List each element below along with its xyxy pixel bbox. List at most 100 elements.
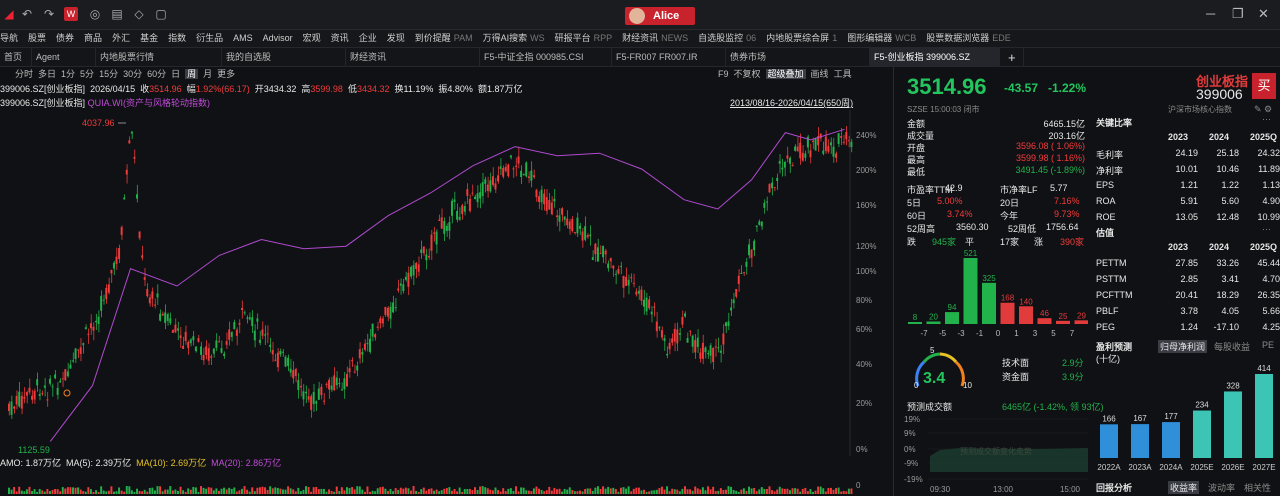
volume-bar (54, 489, 57, 494)
menu-item[interactable]: 发现 (387, 30, 405, 47)
axis-tick: 40% (856, 360, 872, 369)
menu-item[interactable]: 到价提醒 (415, 30, 451, 47)
panel-tools-icon[interactable]: ✎ ⚙ (1254, 104, 1272, 115)
menu-item[interactable]: NEWS (661, 30, 688, 47)
period-10[interactable]: 更多 (217, 69, 235, 79)
menu-item[interactable]: PAM (454, 30, 473, 47)
tab-8[interactable]: F5-创业板指 399006.SZ (870, 48, 1000, 67)
menu-item[interactable]: 1 (832, 30, 837, 47)
chart-tool-0[interactable]: F9 (718, 69, 729, 79)
valuation-more-icon[interactable]: ··· (1262, 224, 1271, 234)
period-8[interactable]: 周 (185, 69, 199, 79)
tab-5[interactable]: F5-中证全指 000985.CSI (480, 48, 612, 67)
volume-bar (202, 487, 205, 494)
menu-item[interactable]: 衍生品 (196, 30, 223, 47)
menu-item[interactable]: RPP (594, 30, 613, 47)
close-icon[interactable]: ✕ (1258, 6, 1269, 22)
restore-icon[interactable]: ❐ (1232, 6, 1244, 22)
menu-item[interactable]: 股票数据浏览器 (926, 30, 989, 47)
period-4[interactable]: 15分 (99, 69, 118, 79)
volume-bar (765, 489, 768, 494)
period-5[interactable]: 30分 (123, 69, 142, 79)
menu-item[interactable]: 商品 (84, 30, 102, 47)
menu-item[interactable]: 万得AI搜索 (483, 30, 528, 47)
tab-1[interactable]: Agent (32, 48, 96, 67)
chart-tool-4[interactable]: 工具 (834, 69, 852, 79)
menu-item[interactable]: AMS (233, 30, 253, 47)
tab-3[interactable]: 我的自选股 (222, 48, 346, 67)
volume-bar (742, 488, 745, 494)
bottom-tab-0[interactable]: 收益率 (1168, 481, 1200, 494)
menu-item[interactable]: 外汇 (112, 30, 130, 47)
user-badge[interactable]: Alice (625, 7, 695, 25)
ratios-more-icon[interactable]: ··· (1262, 114, 1271, 124)
tab-4[interactable]: 财经资讯 (346, 48, 480, 67)
undo-icon[interactable]: ↶ (20, 7, 34, 21)
volume-bar (51, 490, 54, 494)
period-7[interactable]: 日 (171, 69, 180, 79)
valuation-cell: 20.41 (1175, 290, 1198, 300)
chart-tool-1[interactable]: 不复权 (734, 69, 761, 79)
menu-item[interactable]: 财经资讯 (622, 30, 658, 47)
menu-item[interactable]: Advisor (263, 30, 293, 47)
valuation-cell: 3.41 (1221, 274, 1239, 284)
menu-item[interactable]: 06 (746, 30, 756, 47)
volume-bar (123, 491, 126, 494)
menu-item[interactable]: EDE (992, 30, 1011, 47)
open-label: 开 (254, 84, 264, 94)
date-range[interactable]: 2013/08/16-2026/04/15(650周) (730, 96, 853, 110)
period-0[interactable]: 分时 (15, 69, 33, 79)
chart-tool-3[interactable]: 画线 (811, 69, 829, 79)
menu-item[interactable]: 内地股票综合屏 (766, 30, 829, 47)
redo-icon[interactable]: ↷ (42, 7, 56, 21)
bottom-tab-1[interactable]: 波动率 (1208, 481, 1235, 494)
menu-item[interactable]: 债券 (56, 30, 74, 47)
chart-tool-2[interactable]: 超级叠加 (765, 69, 806, 79)
distribution-value: 168 (1001, 294, 1015, 303)
volume-bar (512, 490, 515, 494)
menu-item[interactable]: 宏观 (303, 30, 321, 47)
kline-chart[interactable]: 4037.96 1125.59 240% 200% 160% 120% 100% 80% 60%… (0, 110, 893, 456)
period-9[interactable]: 月 (203, 69, 212, 79)
volume-bar (246, 489, 249, 494)
message-icon[interactable]: ▤ (110, 7, 124, 21)
bottom-tab-2[interactable]: 相关性 (1244, 481, 1271, 494)
menu-item[interactable]: 企业 (359, 30, 377, 47)
period-6[interactable]: 60分 (147, 69, 166, 79)
menu-item[interactable]: 导航 (0, 30, 18, 47)
distribution-value: 8 (913, 313, 918, 322)
ma10-label: MA(10): 2.69万亿 (136, 458, 207, 468)
open-value: 3434.32 (263, 84, 297, 94)
tab-6[interactable]: F5-FR007 FR007.IR (612, 48, 726, 67)
menu-item[interactable]: 资讯 (331, 30, 349, 47)
profit-tab-0[interactable]: 归母净利润 (1158, 340, 1208, 353)
profit-tab-2[interactable]: PE (1262, 340, 1274, 350)
volume-bar (786, 488, 789, 494)
menu-item[interactable]: WS (530, 30, 545, 47)
buy-button[interactable]: 买 (1252, 73, 1276, 99)
tab-7[interactable]: 债券市场 (726, 48, 870, 67)
new-tab-button[interactable]: + (1004, 48, 1024, 67)
clipboard-icon[interactable]: ▢ (154, 7, 168, 21)
period-2[interactable]: 1分 (61, 69, 75, 79)
menu-item[interactable]: 自选股监控 (698, 30, 743, 47)
chat-icon[interactable]: ◎ (88, 7, 102, 21)
bell-icon[interactable]: ◇ (132, 7, 146, 21)
period-3[interactable]: 5分 (80, 69, 94, 79)
tab-2[interactable]: 内地股票行情 (96, 48, 222, 67)
wind-icon[interactable]: W (64, 7, 78, 21)
volume-bar (358, 486, 361, 494)
period-1[interactable]: 多日 (38, 69, 56, 79)
minimize-icon[interactable]: ─ (1206, 6, 1215, 21)
menu-item[interactable]: 指数 (168, 30, 186, 47)
menu-item[interactable]: WCB (895, 30, 916, 47)
menu-item[interactable]: 图形编辑器 (847, 30, 892, 47)
menu-item[interactable]: 基金 (140, 30, 158, 47)
menu-item[interactable]: 股票 (28, 30, 46, 47)
valuation-row-label: PETTM (1096, 258, 1127, 268)
menu-item[interactable]: 研报平台 (555, 30, 591, 47)
profit-tab-1[interactable]: 每股收益 (1214, 340, 1250, 353)
volume-bar (320, 488, 323, 494)
tab-0[interactable]: 首页 (0, 48, 32, 67)
valuation-cell: 1.24 (1180, 322, 1198, 332)
